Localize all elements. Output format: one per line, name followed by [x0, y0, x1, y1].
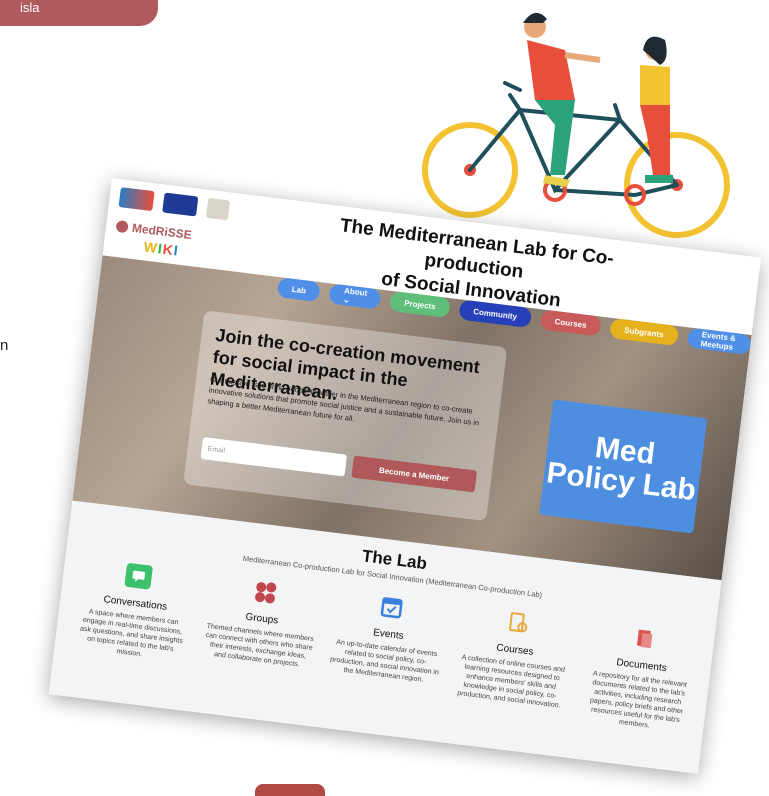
top-left-tab[interactable]: isla	[0, 0, 158, 26]
feature-conversations[interactable]: Conversations A space where members can …	[73, 558, 195, 674]
chat-icon	[124, 562, 154, 590]
website-screenshot: MedRiSSE WIKI The Mediterranean Lab for …	[48, 178, 762, 774]
cropped-text: n	[0, 337, 9, 354]
documents-icon	[631, 625, 660, 652]
medrisse-logo-text: MedRiSSE	[131, 220, 193, 243]
calendar-icon	[377, 594, 406, 621]
wiki-logo: WIKI	[143, 238, 180, 258]
tandem-bike-illustration	[422, 12, 730, 238]
tab-label: isla	[20, 0, 40, 15]
feature-desc: A collection of online courses and learn…	[456, 654, 566, 710]
feature-groups[interactable]: Groups Themed channels where members can…	[200, 573, 322, 689]
wiki-letter: I	[172, 242, 180, 259]
courses-icon	[504, 609, 533, 636]
en-logo-icon	[118, 187, 155, 212]
become-member-button[interactable]: Become a Member	[351, 455, 478, 493]
med-policy-lab-badge[interactable]: Med Policy Lab	[539, 399, 708, 534]
government-logo-icon	[205, 197, 231, 221]
feature-documents[interactable]: Documents A repository for all the relev…	[579, 620, 701, 736]
eu-flag-icon	[162, 192, 199, 217]
feature-desc: A repository for all the relevant docume…	[589, 670, 688, 730]
groups-icon	[251, 578, 280, 605]
feature-courses[interactable]: Courses A collection of online courses a…	[453, 604, 575, 720]
feature-events[interactable]: Events An up-to-date calendar of events …	[326, 589, 448, 705]
partner-logos	[118, 187, 231, 221]
email-input[interactable]: Email	[200, 437, 348, 477]
medrisse-logo-icon	[115, 219, 129, 234]
hero-card: Join the co-creation movement for social…	[183, 310, 508, 522]
rear-wheel	[422, 122, 730, 238]
bottom-edge-tab	[255, 784, 325, 796]
feature-desc: A space where members can engage in real…	[79, 608, 184, 659]
